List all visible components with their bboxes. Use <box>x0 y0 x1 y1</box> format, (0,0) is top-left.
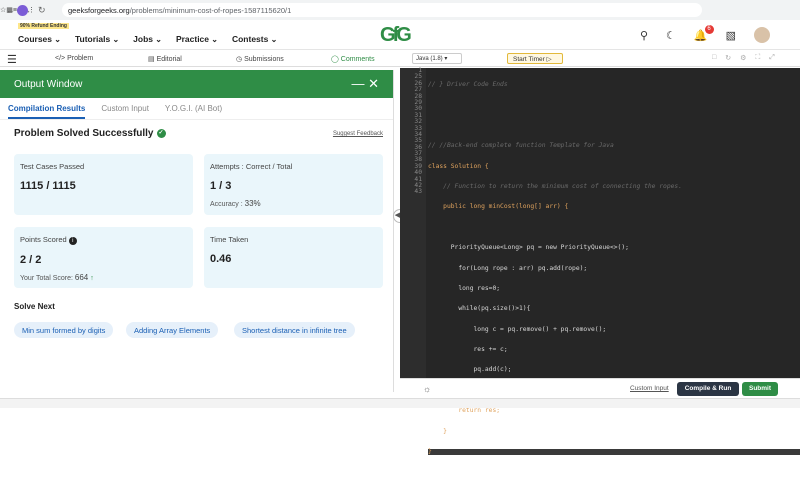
solve-next-item[interactable]: Shortest distance in infinite tree <box>234 322 355 338</box>
output-window-header: Output Window — ✕ <box>0 70 393 98</box>
code-line: // //Back-end complete function Template… <box>428 142 614 150</box>
code-line: long res=0; <box>428 284 501 292</box>
code-line: // Function to return the minimum cost o… <box>428 182 683 190</box>
os-taskbar <box>0 398 800 408</box>
code-line: for(Long rope : arr) pq.add(rope); <box>428 264 588 272</box>
test-cases-value: 1115 / 1115 <box>20 180 76 192</box>
tab-yogi-ai-bot[interactable]: Y.O.G.I. (AI Bot) <box>165 104 222 113</box>
test-cases-card: Test Cases Passed 1115 / 1115 <box>14 154 193 215</box>
more-icon[interactable]: ⋮ <box>28 6 35 14</box>
solve-next-item[interactable]: Adding Array Elements <box>126 322 219 338</box>
theme-icon[interactable]: ☼ <box>423 384 431 394</box>
code-line: long c = pq.remove() + pq.remove(); <box>428 325 607 333</box>
menu-practice[interactable]: Practice <box>176 34 218 44</box>
solve-next-item[interactable]: Min sum formed by digits <box>14 322 114 338</box>
test-cases-label: Test Cases Passed <box>20 162 85 171</box>
points-label: Points Scored i <box>20 235 187 245</box>
menu-contests[interactable]: Contests <box>232 34 277 44</box>
time-taken-label: Time Taken <box>210 235 249 244</box>
submit-button[interactable]: Submit <box>742 382 778 396</box>
tab-problem[interactable]: </> Problem <box>55 55 93 62</box>
language-select[interactable]: Java (1.8) ▾ <box>412 53 462 64</box>
promo-badge: 90% Refund Ending <box>18 23 69 29</box>
code-line: PriorityQueue<Long> pq = new PriorityQue… <box>428 244 629 252</box>
translate-icon[interactable]: ▧ <box>726 29 736 42</box>
menu-jobs[interactable]: Jobs <box>133 34 162 44</box>
gfg-logo[interactable]: GfG <box>380 24 412 47</box>
attempts-card: Attempts : Correct / Total 1 / 3 Accurac… <box>204 154 383 215</box>
output-window-title: Output Window <box>14 78 83 90</box>
menu-courses[interactable]: Courses <box>18 34 61 44</box>
accuracy: Accuracy : 33% <box>210 199 261 208</box>
output-window-controls[interactable]: — ✕ <box>351 76 379 92</box>
attempts-value: 1 / 3 <box>210 180 232 192</box>
attempts-label: Attempts : Correct / Total <box>210 162 293 171</box>
editor-bottom-bar <box>400 378 800 398</box>
code-line: public long minCost(long[] arr) { <box>428 203 569 211</box>
code-line: while(pq.size()>1){ <box>428 305 531 313</box>
notification-bell-icon[interactable]: 🔔 6 <box>694 24 714 42</box>
points-value: 2 / 2 <box>20 254 42 266</box>
code-line: } <box>428 427 447 435</box>
points-card: Points Scored i 2 / 2 Your Total Score: … <box>14 227 193 288</box>
fullscreen-icon[interactable]: ⛶ <box>755 54 760 62</box>
tab-submissions[interactable]: ◷ Submissions <box>236 55 284 63</box>
status-message: Problem Solved Successfully ✓ <box>14 128 166 139</box>
hamburger-menu-icon[interactable]: ☰ <box>7 53 17 66</box>
profile-avatar[interactable] <box>17 4 28 16</box>
tab-custom-input[interactable]: Custom Input <box>101 104 149 113</box>
code-line: pq.add(c); <box>428 366 512 374</box>
arrow-up-icon: ↑ <box>90 275 94 282</box>
code-line: } <box>428 448 800 456</box>
time-taken-value: 0.46 <box>210 253 232 265</box>
code-editor[interactable]: 1 25 26 27 28 29 30 31 32 33 34 35 36 37… <box>400 67 800 456</box>
line-numbers: 1 25 26 27 28 29 30 31 32 33 34 35 36 37… <box>400 67 426 378</box>
code-line: res += c; <box>428 346 508 354</box>
expand-icon[interactable]: ⤢ <box>769 54 775 62</box>
code-line: return res; <box>428 407 501 415</box>
start-timer-button[interactable]: Start Timer ▷ <box>507 53 563 64</box>
total-score: Your Total Score: 664 ↑ <box>20 273 94 282</box>
settings-icon[interactable]: ⚙ <box>740 54 746 62</box>
compile-run-button[interactable]: Compile & Run <box>677 382 739 396</box>
user-avatar[interactable] <box>754 27 770 43</box>
copy-icon[interactable]: □ <box>712 54 716 62</box>
info-icon[interactable]: i <box>68 237 77 245</box>
solve-next-title: Solve Next <box>14 302 55 311</box>
custom-input-link[interactable]: Custom Input <box>630 385 669 392</box>
suggest-feedback-link[interactable]: Suggest Feedback <box>333 131 383 137</box>
extensions-icon[interactable]: ▦ <box>6 6 13 14</box>
menu-tutorials[interactable]: Tutorials <box>75 34 119 44</box>
code-line: // } Driver Code Ends <box>428 81 508 88</box>
search-icon[interactable]: ⚲ <box>640 29 648 42</box>
tab-compilation-results[interactable]: Compilation Results <box>8 98 86 119</box>
theme-toggle-icon[interactable]: ☾ <box>666 29 676 42</box>
tab-comments[interactable]: ◯ Comments <box>331 55 375 63</box>
tab-editorial[interactable]: ▤ Editorial <box>148 55 182 63</box>
check-circle-icon: ✓ <box>156 128 166 138</box>
output-window: Output Window — ✕ Compilation Results Cu… <box>0 70 394 392</box>
code-line: class Solution { <box>428 162 489 170</box>
notification-badge: 6 <box>704 24 714 34</box>
reset-icon[interactable]: ↻ <box>725 54 731 62</box>
time-taken-card: Time Taken 0.46 <box>204 227 383 288</box>
code-content[interactable]: // } Driver Code Ends // //Back-end comp… <box>428 68 800 490</box>
